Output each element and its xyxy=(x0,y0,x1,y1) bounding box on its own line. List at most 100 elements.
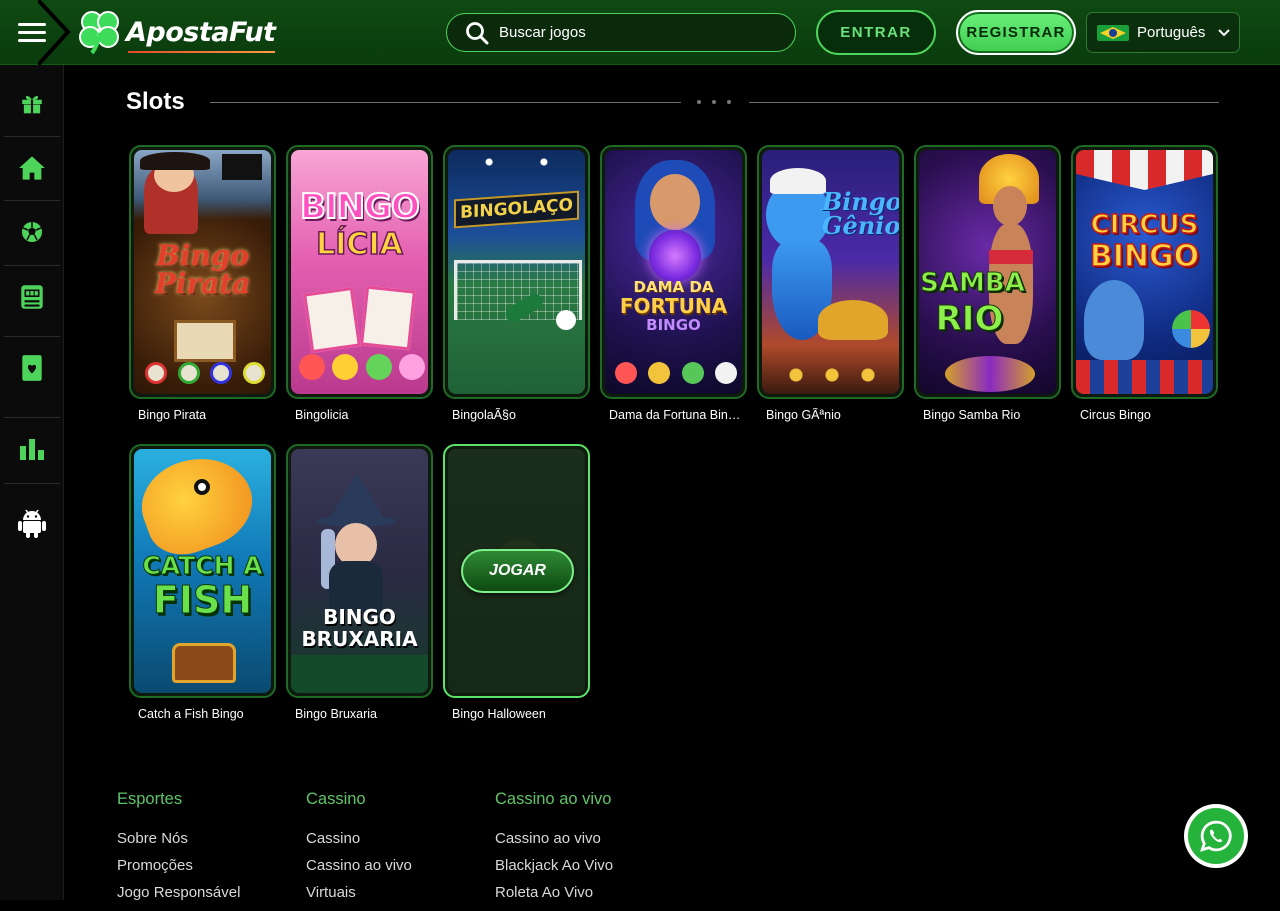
game-thumbnail[interactable]: CIRCUS BINGO xyxy=(1071,145,1218,399)
game-art-title-2: LÍCIA xyxy=(315,227,403,262)
game-artwork: SAMBA RIO xyxy=(919,150,1056,394)
game-thumbnail[interactable]: Bingo Gênio xyxy=(757,145,904,399)
footer-link[interactable]: Promoções xyxy=(117,857,240,876)
login-button[interactable]: ENTRAR xyxy=(816,10,936,55)
footer-column-casino: Cassino Cassino Cassino ao vivo Virtuais xyxy=(306,790,412,911)
brazil-flag-icon xyxy=(1097,24,1129,41)
sidebar-item-slots[interactable] xyxy=(4,265,60,329)
footer-heading[interactable]: Esportes xyxy=(117,790,240,809)
sidebar-item-stats[interactable] xyxy=(4,417,60,481)
game-thumbnail[interactable]: JOGAR xyxy=(443,444,590,698)
footer-link[interactable]: Roleta Ao Vivo xyxy=(495,884,613,903)
whatsapp-icon-bg xyxy=(1188,808,1244,864)
game-title[interactable]: Bingo Halloween xyxy=(452,707,584,721)
game-art-title: Bingo Gênio xyxy=(822,187,899,240)
game-artwork: CIRCUS BINGO xyxy=(1076,150,1213,394)
game-art-title: DAMA DA xyxy=(633,278,714,296)
search-input[interactable] xyxy=(499,24,769,41)
game-thumbnail[interactable]: BINGOLAÇO xyxy=(443,145,590,399)
game-art-title: BINGO xyxy=(299,187,421,227)
bar-chart-icon xyxy=(20,439,44,460)
footer-link[interactable]: Sobre Nós xyxy=(117,830,240,849)
game-art-title: BINGOLAÇO xyxy=(454,190,579,229)
title-dots xyxy=(694,100,734,105)
whatsapp-icon xyxy=(1200,820,1232,852)
search-bar[interactable] xyxy=(446,13,796,52)
game-title[interactable]: Bingo Samba Rio xyxy=(923,408,1055,422)
game-art-title: CIRCUS xyxy=(1090,210,1199,240)
footer-link[interactable]: Cassino xyxy=(306,830,412,849)
clover-icon xyxy=(79,11,119,55)
top-header: ApostaFut ENTRAR REGISTRAR Português xyxy=(0,0,1280,65)
playing-card-icon xyxy=(22,355,42,381)
soccer-ball-icon xyxy=(22,222,42,242)
footer-link[interactable]: Cassino ao vivo xyxy=(495,830,613,849)
game-art-title-2: RIO xyxy=(935,299,1004,339)
sidebar-item-home[interactable] xyxy=(4,136,60,200)
sidebar-divider xyxy=(4,483,60,484)
title-divider-left xyxy=(210,102,681,103)
game-artwork: JOGAR xyxy=(448,449,585,693)
game-artwork: Bingo Gênio xyxy=(762,150,899,394)
game-artwork: DAMA DA FORTUNA BINGO xyxy=(605,150,742,394)
footer-column-live-casino: Cassino ao vivo Cassino ao vivo Blackjac… xyxy=(495,790,613,911)
footer-heading[interactable]: Cassino ao vivo xyxy=(495,790,613,809)
game-art-title-2: BRUXARIA xyxy=(301,627,418,651)
footer-column-sports: Esportes Sobre Nós Promoções Jogo Respon… xyxy=(117,790,240,911)
game-art-title-3: BINGO xyxy=(646,316,701,334)
sidebar xyxy=(0,65,64,900)
game-artwork: CATCH A FISH xyxy=(134,449,271,693)
title-divider-right xyxy=(749,102,1219,103)
slot-machine-icon xyxy=(21,285,43,309)
home-icon xyxy=(19,156,45,180)
game-title[interactable]: BingolaÃ§o xyxy=(452,408,584,422)
game-title[interactable]: Dama da Fortuna Bingo xyxy=(609,408,741,422)
footer-link[interactable]: Cassino ao vivo xyxy=(306,857,412,876)
chevron-down-icon xyxy=(1218,28,1231,36)
game-artwork: BINGO BRUXARIA xyxy=(291,449,428,693)
brand-name: ApostaFut xyxy=(126,17,276,53)
android-icon xyxy=(18,509,46,538)
game-art-title-2: FISH xyxy=(152,578,253,622)
game-art-title-2: FORTUNA xyxy=(619,294,728,318)
game-artwork: BINGO LÍCIA xyxy=(291,150,428,394)
brand-logo[interactable]: ApostaFut xyxy=(78,8,276,56)
game-thumbnail[interactable]: SAMBA RIO xyxy=(914,145,1061,399)
game-thumbnail[interactable]: BINGO BRUXARIA xyxy=(286,444,433,698)
whatsapp-button[interactable] xyxy=(1184,804,1248,868)
game-title[interactable]: Circus Bingo xyxy=(1080,408,1212,422)
language-selector[interactable]: Português xyxy=(1086,12,1240,53)
game-artwork: BINGOLAÇO xyxy=(448,150,585,394)
main-content: Slots Bingo Pirata Bingo Pirata BINGO LÍ… xyxy=(64,65,1280,901)
game-thumbnail[interactable]: Bingo Pirata xyxy=(129,145,276,399)
sidebar-item-sports[interactable] xyxy=(4,200,60,264)
game-thumbnail[interactable]: CATCH A FISH xyxy=(129,444,276,698)
game-art-title: CATCH A xyxy=(142,551,263,580)
search-icon xyxy=(466,21,489,44)
game-art-title: BINGO xyxy=(323,605,396,629)
footer-link[interactable]: Blackjack Ao Vivo xyxy=(495,857,613,876)
game-title[interactable]: Bingo Bruxaria xyxy=(295,707,427,721)
section-title: Slots xyxy=(126,88,185,115)
sidebar-item-live-casino[interactable] xyxy=(4,336,60,400)
footer-link[interactable]: Jogo Responsável xyxy=(117,884,240,903)
sidebar-item-android-app[interactable] xyxy=(4,491,60,555)
game-thumbnail[interactable]: DAMA DA FORTUNA BINGO xyxy=(600,145,747,399)
game-artwork: Bingo Pirata xyxy=(134,150,271,394)
game-title[interactable]: Bingolicia xyxy=(295,408,427,422)
footer-heading[interactable]: Cassino xyxy=(306,790,412,809)
game-title[interactable]: Catch a Fish Bingo xyxy=(138,707,270,721)
header-notch-divider xyxy=(38,0,71,65)
footer-link[interactable]: Virtuais xyxy=(306,884,412,903)
register-button[interactable]: REGISTRAR xyxy=(956,10,1076,55)
game-art-title: Bingo Pirata xyxy=(154,239,251,300)
play-button[interactable]: JOGAR xyxy=(461,549,574,593)
language-label: Português xyxy=(1137,24,1206,41)
game-title[interactable]: Bingo GÃªnio xyxy=(766,408,898,422)
gift-icon xyxy=(22,95,42,114)
game-thumbnail[interactable]: BINGO LÍCIA xyxy=(286,145,433,399)
game-art-title-2: BINGO xyxy=(1089,239,1200,274)
sidebar-item-promotions[interactable] xyxy=(4,71,60,135)
game-title[interactable]: Bingo Pirata xyxy=(138,408,270,422)
game-art-title: SAMBA xyxy=(920,268,1026,298)
